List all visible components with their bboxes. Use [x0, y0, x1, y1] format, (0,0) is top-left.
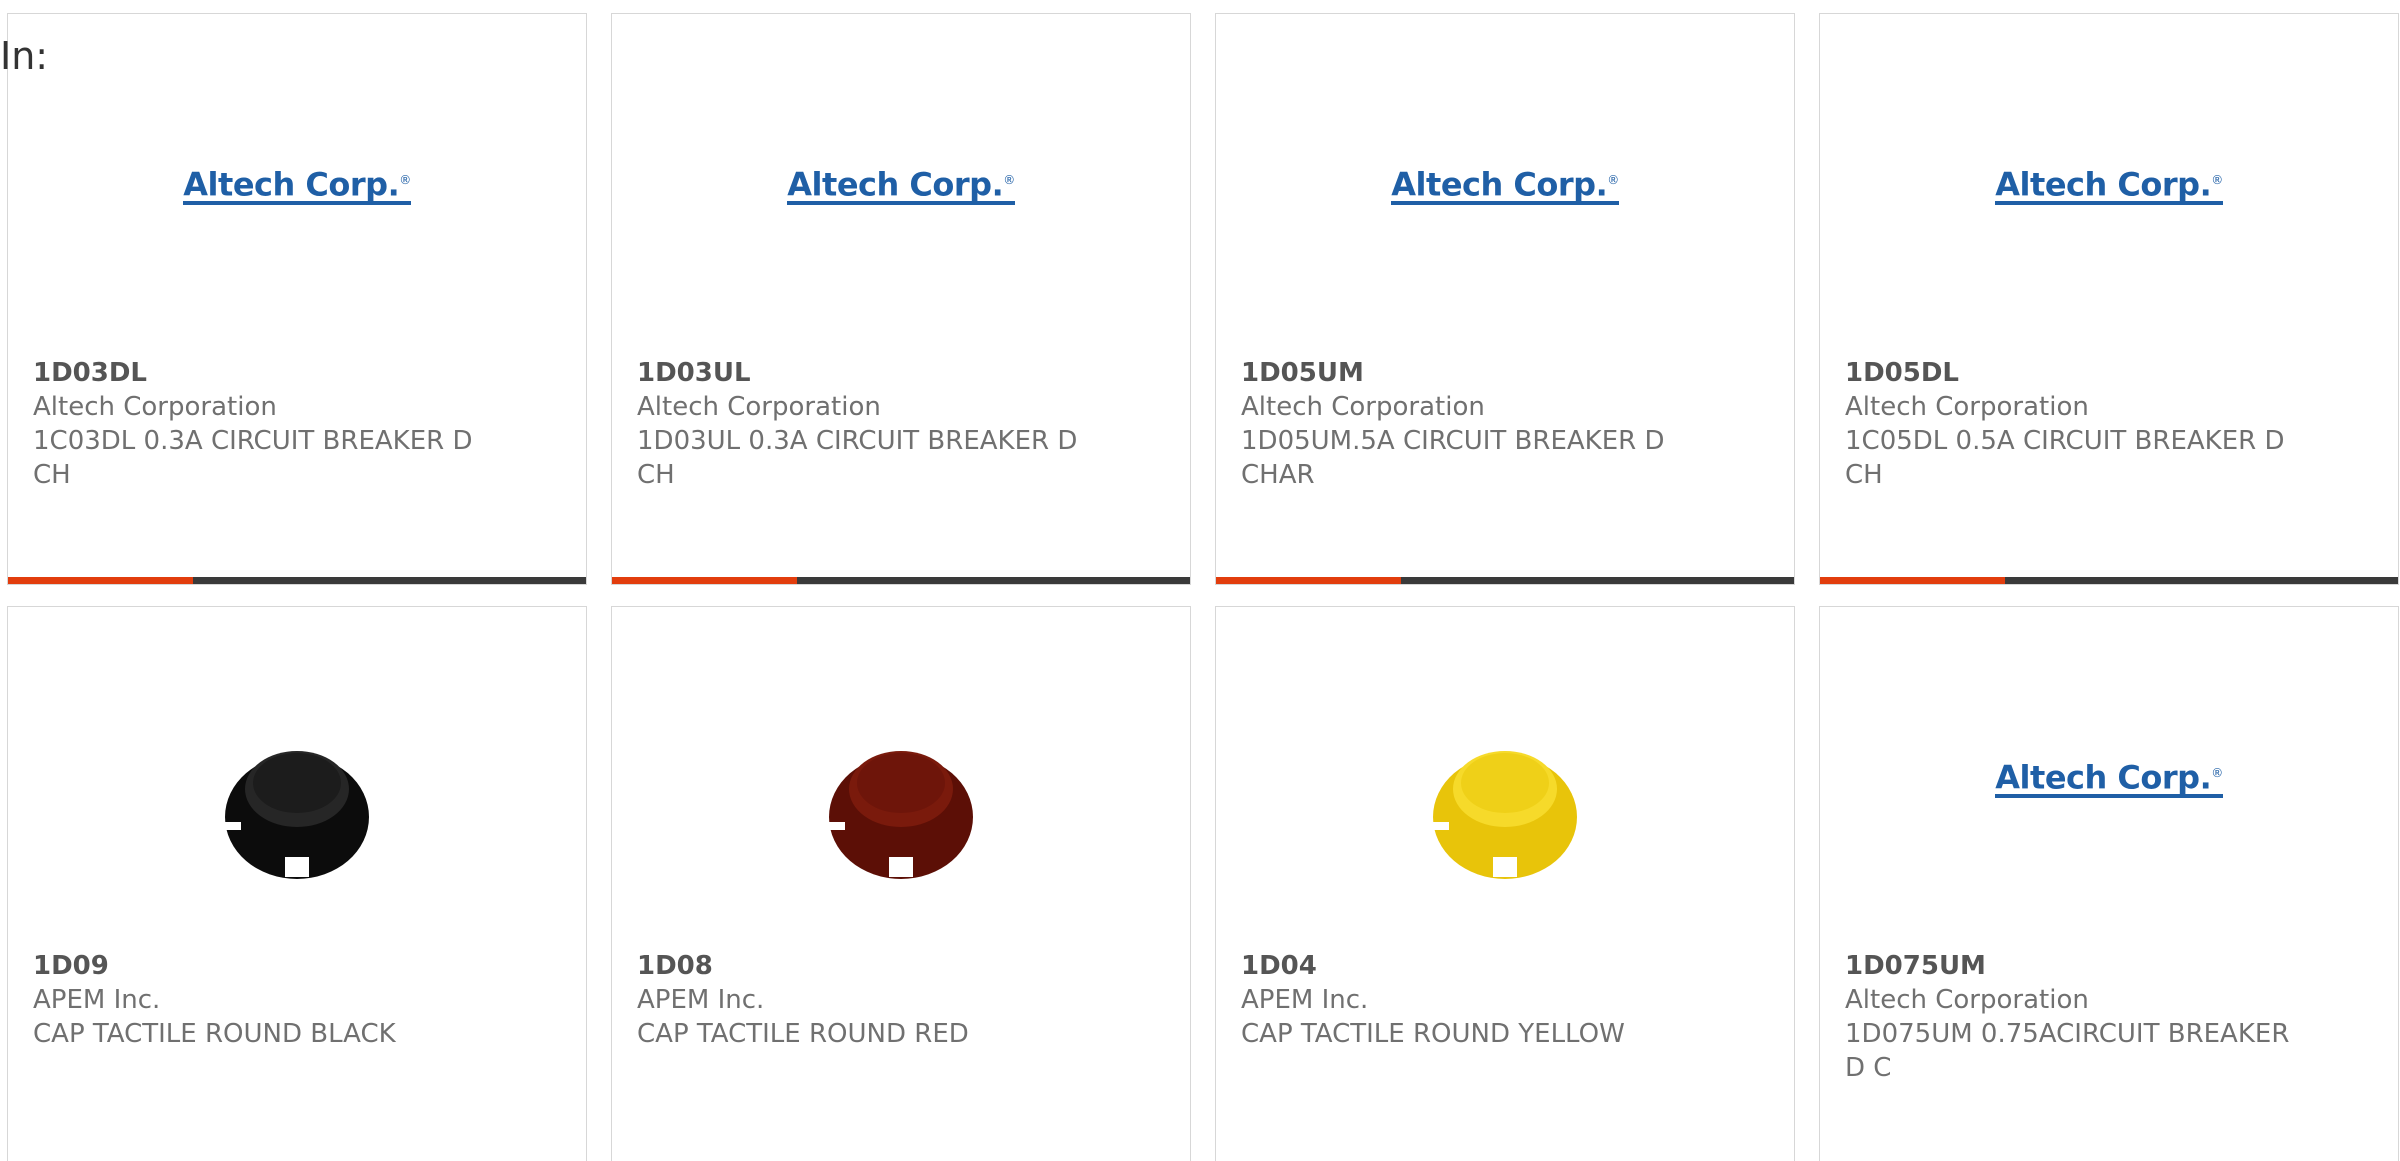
product-info: 1D09 APEM Inc. CAP TACTILE ROUND BLACK [33, 949, 561, 1051]
product-image[interactable]: Altech Corp.® [1820, 109, 2398, 319]
part-number[interactable]: 1D05DL [1845, 356, 2373, 390]
part-number[interactable]: 1D075UM [1845, 949, 2373, 983]
logo-reg-mark: ® [399, 172, 411, 187]
part-number[interactable]: 1D04 [1241, 949, 1769, 983]
product-image[interactable] [1216, 702, 1794, 912]
product-card[interactable]: Altech Corp.® 1D05UM Altech Corporation … [1215, 13, 1795, 585]
logo-reg-mark: ® [1003, 172, 1015, 187]
part-number[interactable]: 1D03UL [637, 356, 1165, 390]
altech-logo: Altech Corp.® [787, 163, 1015, 206]
part-number[interactable]: 1D05UM [1241, 356, 1769, 390]
product-info: 1D075UM Altech Corporation 1D075UM 0.75A… [1845, 949, 2373, 1085]
product-image[interactable]: Altech Corp.® [1216, 109, 1794, 319]
description: 1D05UM.5A CIRCUIT BREAKER D CHAR [1241, 426, 1665, 490]
description: 1C05DL 0.5A CIRCUIT BREAKER D CH [1845, 426, 2285, 490]
manufacturer: Altech Corporation [1241, 392, 1485, 422]
logo-text: Altech Corp. [1995, 165, 2212, 204]
cap-red-image [829, 751, 973, 879]
altech-logo: Altech Corp.® [1391, 163, 1619, 206]
product-image[interactable] [8, 702, 586, 912]
progress-bar [1820, 577, 2398, 584]
progress-bar [1216, 577, 1794, 584]
product-info: 1D05DL Altech Corporation 1C05DL 0.5A CI… [1845, 356, 2373, 492]
logo-reg-mark: ® [2211, 172, 2223, 187]
product-card[interactable]: Altech Corp.® 1D05DL Altech Corporation … [1819, 13, 2399, 585]
product-card[interactable]: Altech Corp.® 1D03UL Altech Corporation … [611, 13, 1191, 585]
altech-logo: Altech Corp.® [1995, 756, 2223, 799]
progress-fill [8, 577, 193, 584]
description: 1C03DL 0.3A CIRCUIT BREAKER D CH [33, 426, 473, 490]
in-label: In: [0, 34, 49, 78]
manufacturer: Altech Corporation [1845, 392, 2089, 422]
page: In: Altech Corp.® 1D03DL Altech Corporat… [0, 0, 2400, 1161]
description: CAP TACTILE ROUND YELLOW [1241, 1019, 1625, 1049]
logo-reg-mark: ® [1607, 172, 1619, 187]
manufacturer: APEM Inc. [1241, 985, 1369, 1015]
cap-yellow-image [1433, 751, 1577, 879]
product-card[interactable]: 1D08 APEM Inc. CAP TACTILE ROUND RED [611, 606, 1191, 1161]
logo-text: Altech Corp. [787, 165, 1004, 204]
product-info: 1D05UM Altech Corporation 1D05UM.5A CIRC… [1241, 356, 1769, 492]
manufacturer: Altech Corporation [1845, 985, 2089, 1015]
progress-fill [612, 577, 797, 584]
progress-fill [1820, 577, 2005, 584]
progress-fill [1216, 577, 1401, 584]
product-info: 1D04 APEM Inc. CAP TACTILE ROUND YELLOW [1241, 949, 1769, 1051]
description: CAP TACTILE ROUND BLACK [33, 1019, 396, 1049]
product-card[interactable]: Altech Corp.® 1D03DL Altech Corporation … [7, 13, 587, 585]
product-grid: Altech Corp.® 1D03DL Altech Corporation … [7, 13, 2399, 1161]
altech-logo: Altech Corp.® [183, 163, 411, 206]
progress-bar [8, 577, 586, 584]
logo-text: Altech Corp. [1391, 165, 1608, 204]
cap-black-image [225, 751, 369, 879]
product-info: 1D03UL Altech Corporation 1D03UL 0.3A CI… [637, 356, 1165, 492]
product-image[interactable] [612, 702, 1190, 912]
altech-logo: Altech Corp.® [1995, 163, 2223, 206]
manufacturer: Altech Corporation [33, 392, 277, 422]
product-card[interactable]: 1D09 APEM Inc. CAP TACTILE ROUND BLACK [7, 606, 587, 1161]
product-image[interactable]: Altech Corp.® [8, 109, 586, 319]
product-card[interactable]: Altech Corp.® 1D075UM Altech Corporation… [1819, 606, 2399, 1161]
product-image[interactable]: Altech Corp.® [1820, 702, 2398, 912]
part-number[interactable]: 1D03DL [33, 356, 561, 390]
product-card[interactable]: 1D04 APEM Inc. CAP TACTILE ROUND YELLOW [1215, 606, 1795, 1161]
product-info: 1D08 APEM Inc. CAP TACTILE ROUND RED [637, 949, 1165, 1051]
manufacturer: Altech Corporation [637, 392, 881, 422]
logo-text: Altech Corp. [1995, 758, 2212, 797]
product-info: 1D03DL Altech Corporation 1C03DL 0.3A CI… [33, 356, 561, 492]
progress-bar [612, 577, 1190, 584]
logo-text: Altech Corp. [183, 165, 400, 204]
part-number[interactable]: 1D08 [637, 949, 1165, 983]
logo-reg-mark: ® [2211, 765, 2223, 780]
manufacturer: APEM Inc. [637, 985, 765, 1015]
manufacturer: APEM Inc. [33, 985, 161, 1015]
part-number[interactable]: 1D09 [33, 949, 561, 983]
description: 1D03UL 0.3A CIRCUIT BREAKER D CH [637, 426, 1078, 490]
description: 1D075UM 0.75ACIRCUIT BREAKER D C [1845, 1019, 2290, 1083]
description: CAP TACTILE ROUND RED [637, 1019, 969, 1049]
product-image[interactable]: Altech Corp.® [612, 109, 1190, 319]
